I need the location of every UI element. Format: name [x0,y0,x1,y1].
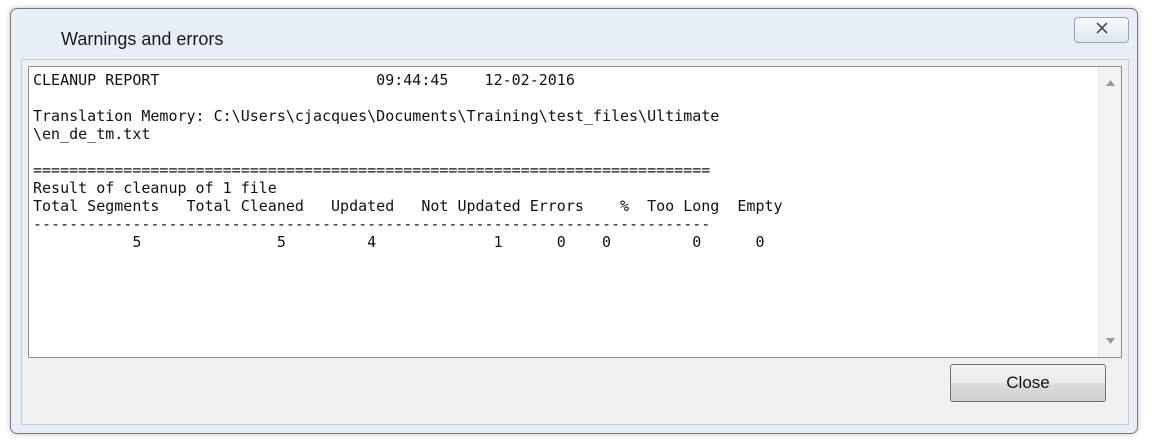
window-close-button[interactable] [1074,17,1129,43]
dialog-title: Warnings and errors [61,29,224,49]
vertical-scrollbar[interactable] [1098,67,1121,357]
report-textbox[interactable]: CLEANUP REPORT 09:44:45 12-02-2016 Trans… [28,66,1122,358]
close-button[interactable]: Close [950,364,1106,402]
scroll-up-arrow-icon[interactable] [1099,73,1121,93]
report-text: CLEANUP REPORT 09:44:45 12-02-2016 Trans… [33,71,783,251]
dialog-body: CLEANUP REPORT 09:44:45 12-02-2016 Trans… [21,59,1129,425]
warnings-dialog: Warnings and errors CLEANUP REPORT 09:44… [10,8,1138,434]
close-x-icon [1095,21,1108,39]
scroll-down-arrow-icon[interactable] [1099,331,1121,351]
